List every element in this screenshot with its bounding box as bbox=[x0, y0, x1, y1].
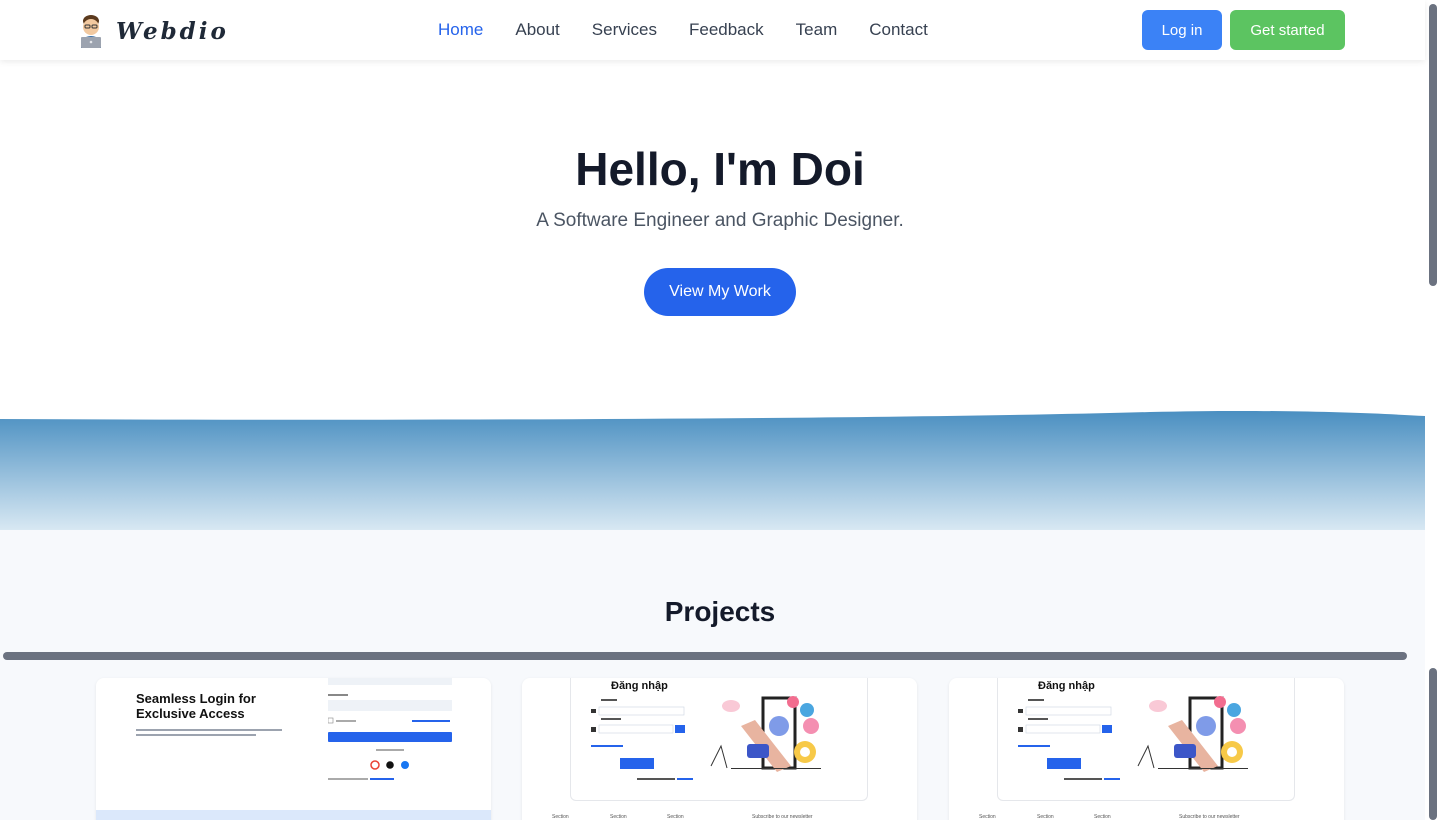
project-thumbnail: Đăng nhập bbox=[997, 678, 1295, 801]
site-header: Webdio Home About Services Feedback Team… bbox=[0, 0, 1425, 60]
logo-text: Webdio bbox=[116, 18, 229, 45]
thumbnail-footer-section: Section bbox=[667, 814, 684, 820]
facebook-icon bbox=[401, 761, 409, 769]
project-thumbnail-description bbox=[136, 729, 282, 736]
nav-about[interactable]: About bbox=[515, 20, 559, 40]
login-button[interactable]: Log in bbox=[1142, 10, 1222, 50]
project-card-heading: Seamless Login for Exclusive Access bbox=[136, 691, 256, 721]
google-icon bbox=[370, 760, 380, 770]
get-started-button[interactable]: Get started bbox=[1230, 10, 1345, 50]
project-card[interactable]: Đăng nhập Section Section Section Subscr… bbox=[949, 678, 1344, 820]
thumbnail-footer-section: Section bbox=[610, 814, 627, 820]
login-panel-thumbnail bbox=[327, 678, 452, 788]
logo[interactable]: Webdio bbox=[78, 14, 229, 48]
horizontal-scrollbar-thumb[interactable] bbox=[3, 652, 1407, 660]
illustration-icon bbox=[1137, 696, 1248, 772]
hero-title: Hello, I'm Doi bbox=[575, 143, 865, 195]
thumbnail-footer-section: Section bbox=[979, 814, 996, 820]
projects-title: Projects bbox=[664, 596, 776, 627]
project-card-heading: Đăng nhập bbox=[1038, 680, 1095, 692]
nav-team[interactable]: Team bbox=[796, 20, 838, 40]
project-card[interactable]: Seamless Login for Exclusive Access bbox=[96, 678, 491, 820]
wave-divider bbox=[0, 410, 1425, 530]
hero-subtitle: A Software Engineer and Graphic Designer… bbox=[536, 210, 904, 231]
nav-services[interactable]: Services bbox=[592, 20, 657, 40]
project-thumbnail: Đăng nhập bbox=[570, 678, 868, 801]
thumbnail-footer-newsletter: Subscribe to our newsletter bbox=[752, 814, 813, 820]
avatar-with-laptop-icon bbox=[78, 14, 104, 48]
main-nav: Home About Services Feedback Team Contac… bbox=[438, 20, 928, 40]
thumbnail-footer-newsletter: Subscribe to our newsletter bbox=[1179, 814, 1240, 820]
illustration-icon bbox=[710, 696, 821, 772]
nav-home[interactable]: Home bbox=[438, 20, 483, 40]
project-card-heading: Đăng nhập bbox=[611, 680, 668, 692]
project-card[interactable]: Đăng nhập Section Section Section Subscr… bbox=[522, 678, 917, 820]
view-my-work-button[interactable]: View My Work bbox=[644, 268, 796, 316]
nav-feedback[interactable]: Feedback bbox=[689, 20, 764, 40]
vertical-scrollbar-thumb[interactable] bbox=[1429, 4, 1437, 286]
nav-contact[interactable]: Contact bbox=[869, 20, 928, 40]
apple-icon bbox=[386, 761, 394, 769]
thumbnail-footer-section: Section bbox=[1037, 814, 1054, 820]
thumbnail-footer-section: Section bbox=[1094, 814, 1111, 820]
inner-vertical-scrollbar-thumb[interactable] bbox=[1429, 668, 1437, 820]
thumbnail-footer bbox=[96, 810, 491, 820]
thumbnail-footer-section: Section bbox=[552, 814, 569, 820]
